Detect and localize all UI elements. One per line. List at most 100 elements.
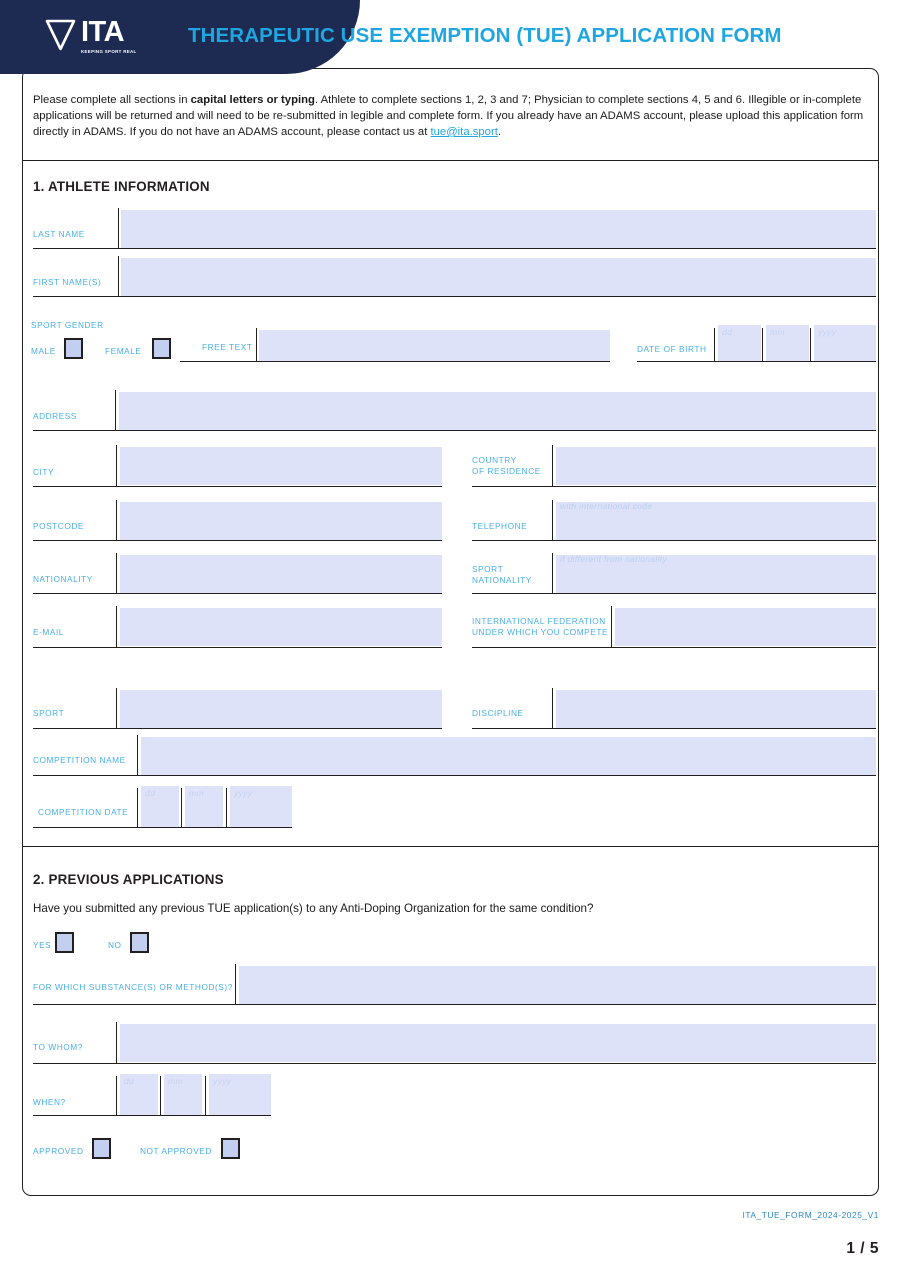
label-postcode: POSTCODE — [33, 521, 84, 531]
label-gender-free-text: FREE TEXT — [202, 342, 253, 352]
input-competition-name[interactable] — [141, 737, 876, 775]
input-gender-free-text[interactable] — [259, 330, 610, 361]
rule-v-substance — [235, 964, 236, 1005]
label-nationality: NATIONALITY — [33, 574, 93, 584]
input-discipline[interactable] — [556, 690, 876, 728]
rule-h-comp-date — [33, 827, 292, 828]
input-last-name[interactable] — [121, 210, 876, 248]
page-title: THERAPEUTIC USE EXEMPTION (TUE) APPLICAT… — [188, 24, 782, 47]
instructions-part3: . — [497, 126, 501, 138]
label-sport: SPORT — [33, 708, 65, 718]
placeholder-dob-day: dd — [722, 327, 733, 337]
label-discipline: DISCIPLINE — [472, 708, 524, 718]
input-international-federation[interactable] — [615, 608, 876, 646]
input-email[interactable] — [120, 608, 442, 646]
label-address: ADDRESS — [33, 411, 77, 421]
rule-v-discipline — [552, 688, 553, 729]
label-competition-name: COMPETITION NAME — [33, 755, 126, 765]
previous-applications-question: Have you submitted any previous TUE appl… — [33, 902, 594, 915]
label-country-of-residence: COUNTRY OF RESIDENCE — [472, 455, 541, 476]
input-postcode[interactable] — [120, 502, 442, 540]
rule-h-email — [33, 647, 442, 648]
rule-v-dob — [714, 328, 715, 361]
rule-v-when — [116, 1076, 117, 1115]
label-date-of-birth: DATE OF BIRTH — [637, 344, 707, 354]
checkbox-previous-no[interactable] — [130, 932, 149, 953]
instructions-emphasis: capital letters or typing — [190, 94, 315, 106]
rule-h-sport — [33, 728, 442, 729]
rule-v-first-names — [118, 256, 119, 296]
ita-logo-tagline: KEEPING SPORT REAL — [81, 48, 137, 55]
rule-v-address — [115, 390, 116, 431]
label-first-names: FIRST NAME(S) — [33, 277, 102, 287]
checkbox-gender-female[interactable] — [152, 338, 171, 359]
input-to-whom[interactable] — [120, 1024, 876, 1062]
rule-v-to-whom — [116, 1022, 117, 1064]
placeholder-when-month: mm — [168, 1076, 183, 1086]
input-sport[interactable] — [120, 690, 442, 728]
rule-h-country — [472, 486, 876, 487]
section-1-title: 1. ATHLETE INFORMATION — [33, 179, 210, 194]
rule-h-free-text — [180, 361, 610, 362]
rule-h-when — [33, 1115, 271, 1116]
placeholder-dob-month: mm — [770, 327, 785, 337]
checkbox-not-approved[interactable] — [221, 1138, 240, 1159]
input-city[interactable] — [120, 447, 442, 485]
rule-v-nationality — [116, 553, 117, 594]
rule-v-email — [116, 606, 117, 648]
rule-v-dob-3 — [810, 328, 811, 361]
instructions-part1: Please complete all sections in — [33, 94, 191, 106]
label-when: WHEN? — [33, 1097, 66, 1107]
placeholder-when-year: yyyy — [213, 1076, 232, 1086]
checkbox-approved[interactable] — [92, 1138, 111, 1159]
label-competition-date: COMPETITION DATE — [38, 807, 129, 817]
rule-v-comp-date-2 — [181, 788, 182, 827]
rule-h-substance — [33, 1004, 876, 1005]
rule-v-last-name — [118, 208, 119, 248]
checkbox-previous-yes[interactable] — [55, 932, 74, 953]
divider-before-section-2 — [23, 846, 878, 847]
instructions-text: Please complete all sections in capital … — [33, 92, 869, 140]
label-international-federation: INTERNATIONAL FEDERATION UNDER WHICH YOU… — [472, 616, 609, 637]
divider-after-instructions — [23, 160, 878, 161]
label-approved: APPROVED — [33, 1146, 84, 1156]
rule-v-comp-date-3 — [226, 788, 227, 827]
label-substance-or-method: FOR WHICH SUBSTANCE(S) OR METHOD(S)? — [33, 982, 233, 992]
rule-v-competition-name — [137, 735, 138, 776]
label-sport-gender: SPORT GENDER — [31, 320, 104, 330]
label-sport-nationality: SPORT NATIONALITY — [472, 564, 532, 585]
input-nationality[interactable] — [120, 555, 442, 593]
rule-v-if — [611, 606, 612, 648]
ita-logo: ITA KEEPING SPORT REAL — [44, 18, 137, 54]
hint-telephone: with international code — [560, 501, 653, 511]
rule-h-first-names — [33, 296, 876, 297]
rule-v-dob-2 — [762, 328, 763, 361]
input-address[interactable] — [119, 392, 876, 430]
label-gender-female: FEMALE — [105, 346, 142, 356]
tue-email-link[interactable]: tue@ita.sport — [431, 126, 498, 138]
rule-v-sport-nationality — [552, 553, 553, 594]
rule-v-telephone — [552, 500, 553, 541]
tue-application-form-page: ITA KEEPING SPORT REAL THERAPEUTIC USE E… — [0, 0, 901, 1281]
input-first-names[interactable] — [121, 258, 876, 296]
rule-v-free-text — [256, 328, 257, 361]
label-last-name: LAST NAME — [33, 229, 85, 239]
label-to-whom: TO WHOM? — [33, 1042, 83, 1052]
rule-h-competition-name — [33, 775, 876, 776]
rule-h-city — [33, 486, 442, 487]
placeholder-competition-date-day: dd — [145, 788, 156, 798]
label-city: CITY — [33, 467, 55, 477]
label-telephone: TELEPHONE — [472, 521, 528, 531]
rule-v-when-2 — [160, 1076, 161, 1115]
input-country-of-residence[interactable] — [556, 447, 876, 485]
document-code: ITA_TUE_FORM_2024-2025_V1 — [742, 1210, 879, 1220]
rule-v-postcode — [116, 500, 117, 541]
section-2-title: 2. PREVIOUS APPLICATIONS — [33, 872, 224, 887]
placeholder-competition-date-year: yyyy — [234, 788, 253, 798]
rule-h-nationality — [33, 593, 442, 594]
rule-h-last-name — [33, 248, 876, 249]
rule-h-postcode — [33, 540, 442, 541]
rule-v-city — [116, 445, 117, 487]
input-substance-or-method[interactable] — [239, 966, 876, 1004]
checkbox-gender-male[interactable] — [64, 338, 83, 359]
